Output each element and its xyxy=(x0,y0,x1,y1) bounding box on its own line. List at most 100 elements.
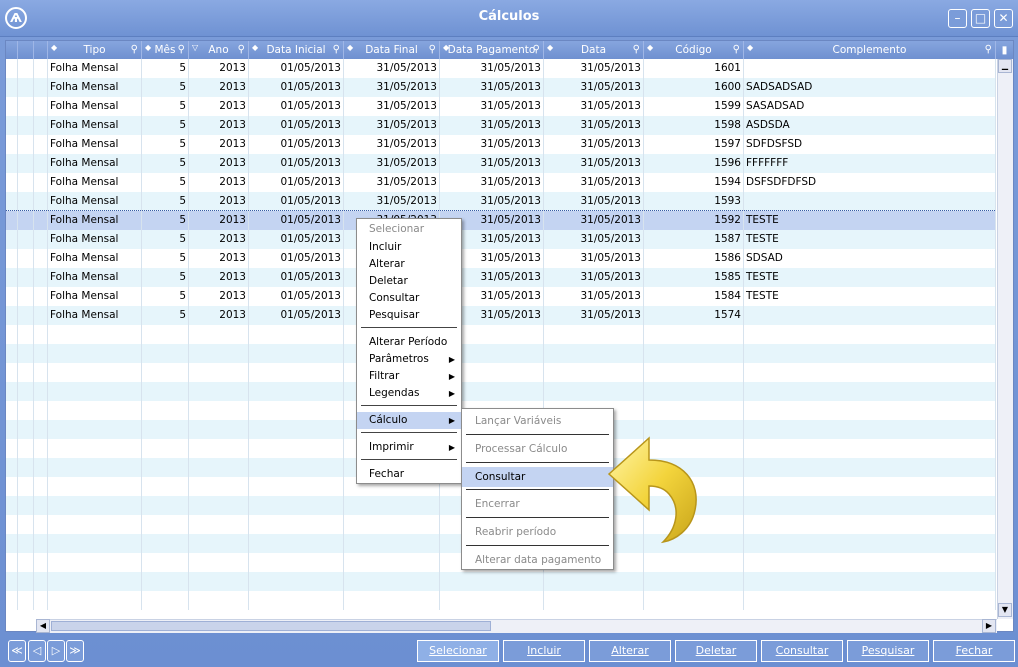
empty-row[interactable] xyxy=(6,363,996,382)
empty-row[interactable] xyxy=(6,325,996,344)
selecionar-button[interactable]: Selecionar xyxy=(417,640,499,662)
table-row[interactable]: Folha Mensal 5 2013 01/05/2013 31/05/2013 31/… xyxy=(6,306,996,325)
menu-fechar[interactable]: Fechar xyxy=(357,466,461,483)
filter-icon[interactable]: ⚲ xyxy=(131,41,138,59)
submenu-encerrar[interactable]: Encerrar xyxy=(462,494,613,514)
menu-filtrar[interactable]: Filtrar ▶ xyxy=(357,368,461,385)
sort-icon[interactable]: ◆ xyxy=(252,39,258,57)
submenu-alterar-data-pagamento[interactable]: Alterar data pagamento xyxy=(462,550,613,570)
menu-parametros[interactable]: Parâmetros ▶ xyxy=(357,351,461,368)
table-row[interactable]: Folha Mensal 5 2013 01/05/2013 31/05/2013 31/… xyxy=(6,173,996,192)
vertical-scrollbar[interactable]: ▁ ▼ xyxy=(997,59,1013,619)
sort-icon[interactable]: ◆ xyxy=(647,39,653,57)
table-row[interactable]: Folha Mensal 5 2013 01/05/2013 31/05/2013 31/… xyxy=(6,287,996,306)
horizontal-scrollbar[interactable]: ◀ ▶ xyxy=(36,619,997,633)
incluir-button[interactable]: Incluir xyxy=(503,640,585,662)
sort-icon[interactable]: ◆ xyxy=(443,39,449,57)
header-ano[interactable]: ▽ Ano ⚲ xyxy=(189,41,249,59)
menu-legendas[interactable]: Legendas ▶ xyxy=(357,385,461,402)
table-row[interactable]: Folha Mensal 5 2013 01/05/2013 31/05/2013 31/… xyxy=(6,97,996,116)
table-row[interactable]: Folha Mensal 5 2013 01/05/2013 31/05/2013 31/… xyxy=(6,59,996,78)
next-record-button[interactable]: ▷ xyxy=(47,640,65,662)
table-row[interactable]: Folha Mensal 5 2013 01/05/2013 31/05/2013 31/… xyxy=(6,116,996,135)
scroll-thumb[interactable] xyxy=(51,621,491,631)
scroll-up-icon[interactable]: ▁ xyxy=(998,59,1012,73)
deletar-button[interactable]: Deletar xyxy=(675,640,757,662)
previous-record-button[interactable]: ◁ xyxy=(28,640,46,662)
header-data-final[interactable]: ◆ Data Final ⚲ xyxy=(344,41,440,59)
menu-imprimir[interactable]: Imprimir ▶ xyxy=(357,439,461,456)
cell-blank xyxy=(34,553,48,572)
submenu-separator xyxy=(466,517,609,518)
cell-final: 31/05/2013 xyxy=(344,154,440,173)
submenu-lancar-variaveis[interactable]: Lançar Variáveis xyxy=(462,411,613,431)
header-data-inicial[interactable]: ◆ Data Inicial ⚲ xyxy=(249,41,344,59)
menu-alterar[interactable]: Alterar xyxy=(357,256,461,273)
cell-blank xyxy=(18,496,34,515)
sort-icon[interactable]: ◆ xyxy=(547,39,553,57)
cell-blank xyxy=(18,439,34,458)
scroll-down-icon[interactable]: ▼ xyxy=(998,603,1012,617)
table-row[interactable]: Folha Mensal 5 2013 01/05/2013 31/05/2013 31/… xyxy=(6,154,996,173)
scroll-right-icon[interactable]: ▶ xyxy=(982,619,996,633)
cell-inicial xyxy=(249,439,344,458)
menu-calculo[interactable]: Cálculo ▶ xyxy=(357,412,461,429)
empty-row[interactable] xyxy=(6,591,996,610)
filter-icon[interactable]: ⚲ xyxy=(533,41,540,59)
empty-row[interactable] xyxy=(6,572,996,591)
cell-encerramento: 31/05/2013 xyxy=(544,59,644,78)
table-row[interactable]: Folha Mensal 5 2013 01/05/2013 31/05/2013 31/… xyxy=(6,230,996,249)
table-row[interactable]: Folha Mensal 5 2013 01/05/2013 31/05/2013 31/… xyxy=(6,78,996,97)
filter-icon[interactable]: ⚲ xyxy=(333,41,340,59)
filter-icon[interactable]: ⚲ xyxy=(633,41,640,59)
maximize-button[interactable]: □ xyxy=(971,9,990,28)
sort-icon[interactable]: ◆ xyxy=(747,39,753,57)
last-record-button[interactable]: ≫ xyxy=(66,640,84,662)
sort-icon[interactable]: ◆ xyxy=(347,39,353,57)
filter-icon[interactable]: ⚲ xyxy=(985,41,992,59)
cell-tipo: Folha Mensal xyxy=(48,211,142,230)
header-codigo[interactable]: ◆ Código ⚲ xyxy=(644,41,744,59)
table-row[interactable]: Folha Mensal 5 2013 01/05/2013 31/05/2013 31/… xyxy=(6,210,996,231)
minimize-button[interactable]: – xyxy=(948,9,967,28)
sort-icon[interactable]: ▽ xyxy=(192,39,198,57)
alterar-button[interactable]: Alterar xyxy=(589,640,671,662)
header-mes[interactable]: ◆ Mês ⚲ xyxy=(142,41,189,59)
pesquisar-button[interactable]: Pesquisar xyxy=(847,640,929,662)
header-data-encerramento[interactable]: ◆ Data Encerramento ⚲ xyxy=(544,39,644,74)
filter-icon[interactable]: ⚲ xyxy=(238,41,245,59)
cell-inicial: 01/05/2013 xyxy=(249,135,344,154)
table-row[interactable]: Folha Mensal 5 2013 01/05/2013 31/05/2013 31/… xyxy=(6,192,996,211)
menu-alterar-periodo[interactable]: Alterar Período xyxy=(357,334,461,351)
header-complemento[interactable]: ◆ Complemento ⚲ xyxy=(744,41,996,59)
menu-deletar[interactable]: Deletar xyxy=(357,273,461,290)
empty-row[interactable] xyxy=(6,382,996,401)
table-row[interactable]: Folha Mensal 5 2013 01/05/2013 31/05/2013 31/… xyxy=(6,135,996,154)
filter-icon[interactable]: ⚲ xyxy=(178,41,185,59)
table-row[interactable]: Folha Mensal 5 2013 01/05/2013 31/05/2013 31/… xyxy=(6,249,996,268)
menu-incluir[interactable]: Incluir xyxy=(357,239,461,256)
sort-icon[interactable]: ◆ xyxy=(51,39,57,57)
first-record-button[interactable]: ≪ xyxy=(8,640,26,662)
empty-row[interactable] xyxy=(6,344,996,363)
submenu-processar-calculo[interactable]: Processar Cálculo xyxy=(462,439,613,459)
submenu-arrow-icon: ▶ xyxy=(448,443,455,452)
close-button[interactable]: ✕ xyxy=(994,9,1013,28)
sort-icon[interactable]: ◆ xyxy=(145,39,151,57)
header-data-pagamento[interactable]: ◆ Data Pagamento ⚲ xyxy=(440,41,544,59)
fechar-button[interactable]: Fechar xyxy=(933,640,1015,662)
column-chooser-icon[interactable]: ▮ xyxy=(996,41,1013,59)
header-tipo[interactable]: ◆ Tipo ⚲ xyxy=(48,41,142,59)
menu-selecionar[interactable]: Selecionar xyxy=(357,221,461,238)
filter-icon[interactable]: ⚲ xyxy=(733,41,740,59)
cell-blank xyxy=(18,135,34,154)
menu-consultar[interactable]: Consultar xyxy=(357,290,461,307)
submenu-consultar[interactable]: Consultar xyxy=(462,467,613,487)
menu-pesquisar[interactable]: Pesquisar xyxy=(357,307,461,324)
cell-ano xyxy=(189,534,249,553)
filter-icon[interactable]: ⚲ xyxy=(429,41,436,59)
table-row[interactable]: Folha Mensal 5 2013 01/05/2013 31/05/2013 31/… xyxy=(6,268,996,287)
scroll-left-icon[interactable]: ◀ xyxy=(36,619,50,633)
consultar-button[interactable]: Consultar xyxy=(761,640,843,662)
submenu-reabrir-periodo[interactable]: Reabrir período xyxy=(462,522,613,542)
